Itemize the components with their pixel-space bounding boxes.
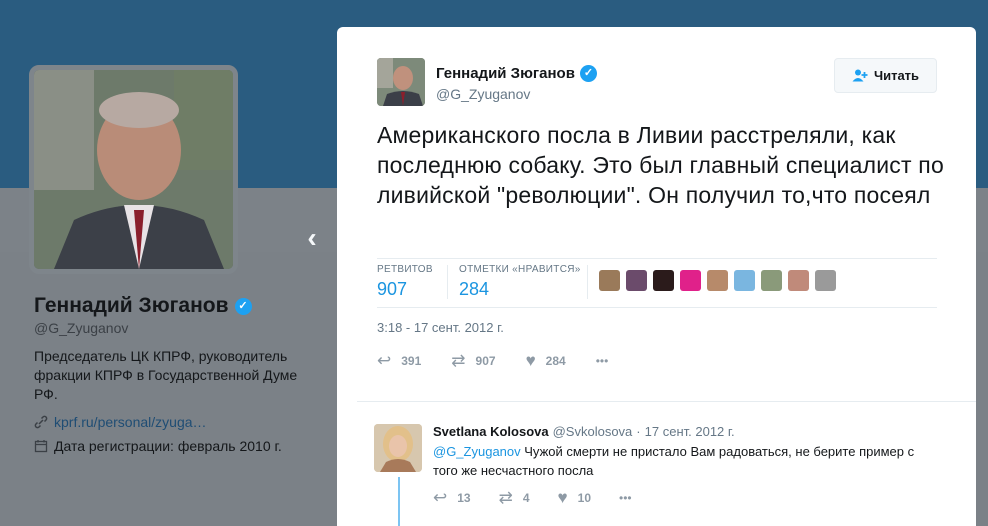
reply-retweet-count: 4: [522, 491, 530, 505]
reply-divider: [357, 401, 976, 402]
stats-divider-top: [377, 258, 937, 259]
reply-mention[interactable]: @G_Zyuganov: [433, 444, 521, 459]
liker-avatar[interactable]: [707, 270, 728, 291]
tweet-modal: Геннадий Зюганов ✓ @G_Zyuganov Читать Ам…: [337, 27, 976, 526]
like-count: 284: [545, 354, 566, 368]
calendar-icon: [34, 440, 48, 453]
profile-bio: Председатель ЦК КПРФ, руководитель фракц…: [34, 348, 298, 402]
tweet-author-name[interactable]: Геннадий Зюганов ✓: [436, 65, 597, 82]
person-plus-icon: [852, 69, 868, 82]
retweet-icon: ⇄: [451, 351, 466, 370]
retweets-stat[interactable]: РЕТВИТОВ 907: [377, 264, 433, 300]
liker-avatar[interactable]: [734, 270, 755, 291]
liker-avatar[interactable]: [761, 270, 782, 291]
reply-retweet-button[interactable]: ⇄ 4: [499, 488, 530, 508]
liker-avatar[interactable]: [599, 270, 620, 291]
likes-value: 284: [459, 279, 490, 299]
follow-button-label: Читать: [873, 68, 920, 83]
retweet-count: 907: [475, 354, 496, 368]
profile-joined: Дата регистрации: февраль 2010 г.: [34, 438, 282, 454]
tweet-author-name-text: Геннадий Зюганов: [436, 65, 575, 82]
reply-like-button[interactable]: ♥ 10: [558, 488, 591, 508]
tweet-timestamp[interactable]: 3:18 - 17 сент. 2012 г.: [377, 320, 504, 335]
reply-icon: ↩: [377, 351, 392, 370]
retweet-icon: ⇄: [498, 488, 513, 507]
reply-date[interactable]: 17 сент. 2012 г.: [645, 424, 735, 439]
retweet-button[interactable]: ⇄ 907: [451, 351, 495, 371]
profile-website-text[interactable]: kprf.ru/personal/zyuga…: [54, 414, 207, 430]
verified-icon: ✓: [234, 297, 252, 315]
stat-separator: [587, 265, 588, 299]
reply-author-name[interactable]: Svetlana Kolosova: [433, 424, 549, 439]
liker-avatar[interactable]: [788, 270, 809, 291]
likers-avatars: [599, 270, 836, 291]
liker-avatar[interactable]: [626, 270, 647, 291]
liker-avatar[interactable]: [653, 270, 674, 291]
tweet-actions: ↩ 391 ⇄ 907 ♥ 284 •••: [377, 351, 632, 371]
profile-name-text: Геннадий Зюганов: [34, 294, 229, 317]
more-button[interactable]: •••: [596, 354, 609, 368]
tweet-author-avatar[interactable]: [377, 58, 425, 106]
reply-thread-line: [398, 477, 400, 526]
reply-count: 391: [401, 354, 422, 368]
link-icon: [34, 415, 48, 429]
liker-avatar[interactable]: [815, 270, 836, 291]
heart-icon: ♥: [557, 488, 568, 507]
reply-author-avatar[interactable]: [374, 424, 422, 472]
retweets-value: 907: [377, 279, 408, 299]
retweets-label: РЕТВИТОВ: [377, 264, 433, 275]
reply-separator: ·: [636, 424, 641, 439]
more-icon: •••: [619, 491, 632, 505]
verified-icon: ✓: [579, 65, 597, 82]
likes-stat[interactable]: ОТМЕТКИ «НРАВИТСЯ» 284: [459, 264, 581, 300]
tweet-author-handle[interactable]: @G_Zyuganov: [436, 86, 530, 102]
reply-icon: ↩: [433, 488, 448, 507]
profile-name[interactable]: Геннадий Зюганов ✓: [34, 294, 252, 318]
reply-reply-count: 13: [457, 491, 471, 505]
reply-author-handle[interactable]: @Svkolosova: [553, 424, 633, 439]
reply-text: @G_Zyuganov Чужой смерти не пристало Вам…: [433, 442, 933, 480]
stat-separator: [447, 265, 448, 299]
reply-header: Svetlana Kolosova @Svkolosova · 17 сент.…: [433, 424, 735, 439]
liker-avatar[interactable]: [680, 270, 701, 291]
profile-website[interactable]: kprf.ru/personal/zyuga…: [34, 414, 207, 430]
like-button[interactable]: ♥ 284: [526, 351, 566, 371]
reply-button[interactable]: ↩ 391: [377, 351, 421, 371]
follow-button[interactable]: Читать: [834, 58, 937, 93]
likes-label: ОТМЕТКИ «НРАВИТСЯ»: [459, 264, 581, 275]
more-icon: •••: [595, 354, 609, 368]
reply-reply-button[interactable]: ↩ 13: [433, 488, 471, 508]
tweet-text: Американского посла в Ливии расстреляли,…: [377, 122, 944, 208]
reply-more-button[interactable]: •••: [619, 491, 632, 505]
profile-handle[interactable]: @G_Zyuganov: [34, 320, 128, 336]
previous-tweet-arrow-icon[interactable]: ‹: [300, 222, 324, 254]
heart-icon: ♥: [525, 351, 536, 370]
profile-joined-text: Дата регистрации: февраль 2010 г.: [54, 438, 282, 454]
profile-avatar[interactable]: [29, 65, 238, 274]
reply-actions: ↩ 13 ⇄ 4 ♥ 10 •••: [433, 488, 660, 508]
reply-like-count: 10: [577, 491, 591, 505]
stats-divider-bottom: [377, 307, 937, 308]
